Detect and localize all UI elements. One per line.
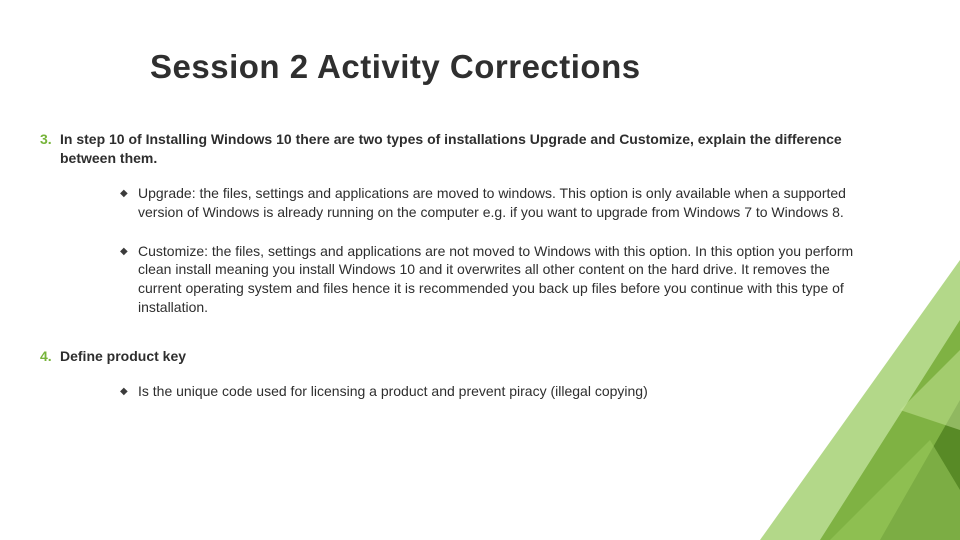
slide-title: Session 2 Activity Corrections [150, 48, 641, 86]
question-4-text: Define product key [60, 348, 186, 364]
question-3-number: 3. [40, 130, 52, 149]
diamond-bullet-icon: ◆ [120, 385, 128, 399]
answer-text: Is the unique code used for licensing a … [138, 383, 648, 399]
slide: Session 2 Activity Corrections 3. In ste… [0, 0, 960, 540]
question-3-text: In step 10 of Installing Windows 10 ther… [60, 131, 842, 166]
question-4-number: 4. [40, 347, 52, 366]
answer-text: Upgrade: the files, settings and applica… [138, 185, 846, 220]
list-item: ◆ Upgrade: the files, settings and appli… [120, 184, 875, 222]
diamond-bullet-icon: ◆ [120, 245, 128, 259]
diamond-bullet-icon: ◆ [120, 187, 128, 201]
decorative-corner-icon [700, 260, 960, 540]
